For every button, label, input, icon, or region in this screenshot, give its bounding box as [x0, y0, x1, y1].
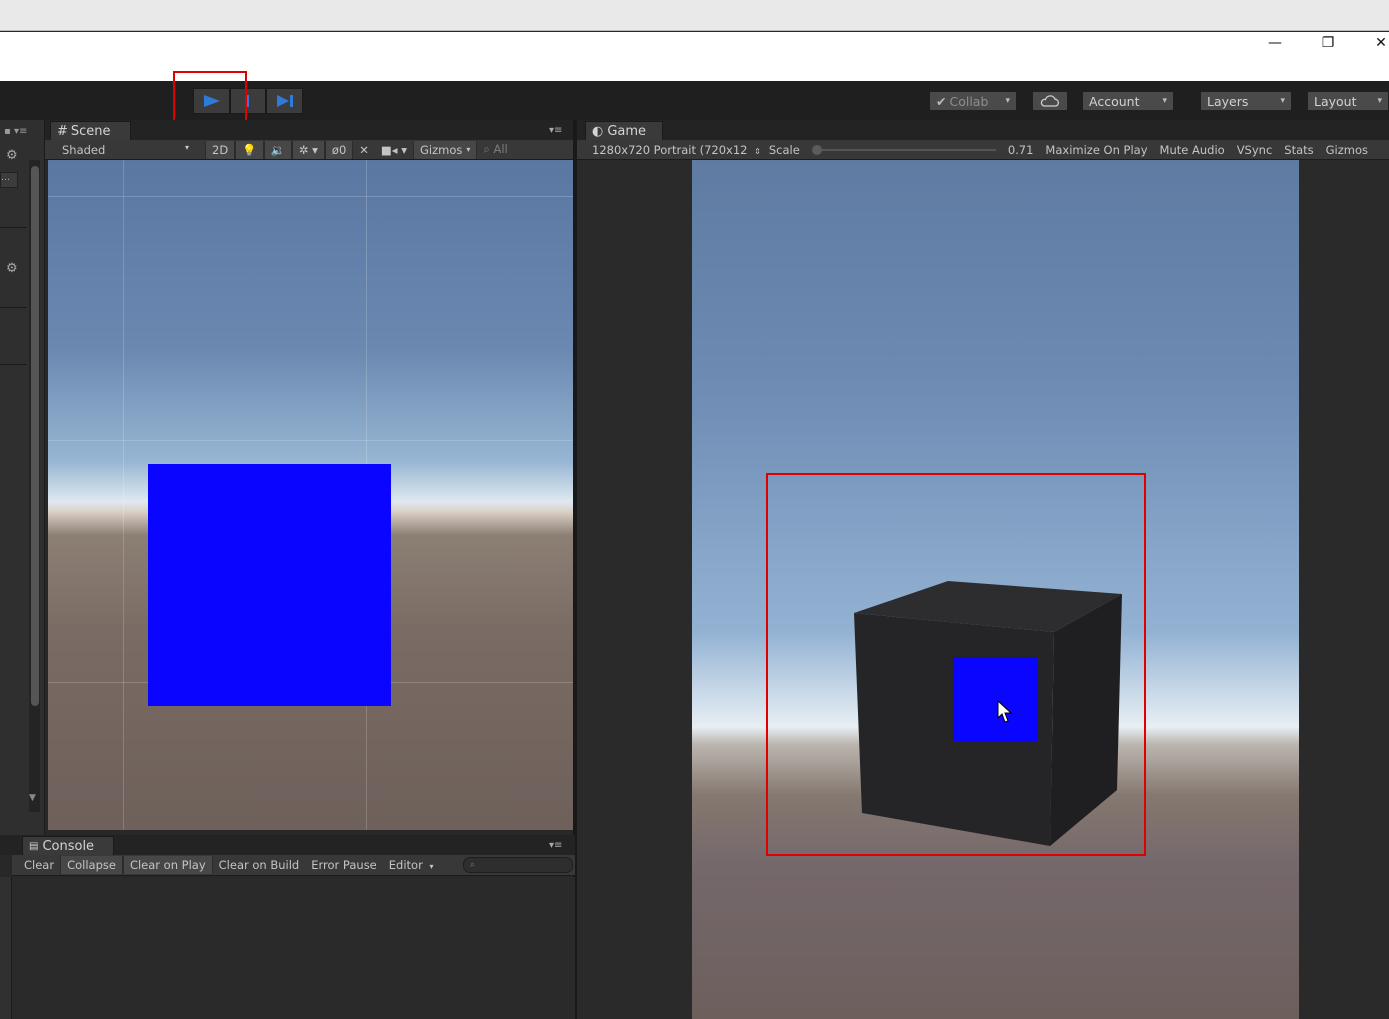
restore-button[interactable]: ❐: [1305, 32, 1351, 54]
step-icon: [276, 95, 293, 107]
mute-audio-toggle[interactable]: Mute Audio: [1154, 143, 1231, 157]
game-tabstrip: [577, 120, 1389, 140]
audio-icon[interactable]: 🔉: [263, 140, 292, 159]
step-button[interactable]: [266, 88, 303, 114]
collab-button[interactable]: ✔ Collab ▾: [929, 91, 1017, 111]
layout-dropdown[interactable]: Layout ▾: [1307, 91, 1389, 111]
layers-dropdown[interactable]: Layers ▾: [1200, 91, 1292, 111]
gear-icon[interactable]: ⚙: [6, 148, 18, 163]
game-gizmos-toggle[interactable]: Gizmos: [1320, 143, 1374, 157]
game-tab-label: Game: [607, 123, 647, 139]
chevron-down-icon: ▾: [1377, 96, 1382, 106]
chevron-down-icon: ▾: [466, 145, 471, 154]
console-clear-on-play-toggle[interactable]: Clear on Play: [122, 856, 213, 874]
hidden-objects-toggle[interactable]: ø 0: [324, 140, 354, 159]
scale-slider[interactable]: [806, 144, 1002, 155]
shading-dropdown[interactable]: Shaded ▾: [45, 143, 195, 157]
resolution-dropdown[interactable]: 1280x720 Portrait (720x12 ⇕: [577, 143, 767, 157]
divider: [0, 227, 27, 228]
scene-search-label: All: [493, 142, 508, 156]
chevron-down-icon: ▾: [184, 142, 189, 152]
console-clear-button[interactable]: Clear: [12, 858, 60, 872]
console-error-pause-toggle[interactable]: Error Pause: [305, 858, 383, 872]
tab-scene[interactable]: # Scene: [50, 121, 131, 140]
stats-toggle[interactable]: Stats: [1278, 143, 1319, 157]
console-log-area[interactable]: [12, 877, 575, 1019]
grid-line: [123, 160, 124, 830]
game-toolbar: 1280x720 Portrait (720x12 ⇕ Scale 0.71 M…: [577, 140, 1389, 160]
chevron-down-icon: ▾: [429, 862, 434, 871]
scale-value: 0.71: [1007, 142, 1034, 157]
cloud-icon: [1040, 95, 1059, 107]
chevron-updown-icon: ⇕: [754, 146, 761, 156]
lighting-icon[interactable]: 💡: [235, 140, 264, 159]
tab-console[interactable]: ▤ Console: [22, 836, 114, 855]
scene-gizmos-label: Gizmos: [420, 142, 463, 157]
scroll-down-icon[interactable]: ▼: [29, 793, 40, 809]
scene-tab-label: Scene: [70, 123, 111, 139]
play-highlight-box: [173, 71, 247, 122]
chevron-down-icon: ▾: [1005, 96, 1010, 106]
slider-knob[interactable]: [811, 144, 822, 155]
scene-gizmos-dropdown[interactable]: Gizmos ▾: [413, 140, 478, 159]
lock-menu-icon[interactable]: ▪ ▾≡: [4, 126, 44, 138]
account-label: Account: [1089, 93, 1140, 109]
search-icon: ⌕: [470, 860, 476, 870]
console-collapse-toggle[interactable]: Collapse: [60, 856, 123, 874]
panel-menu-icon[interactable]: ▾≡: [549, 125, 562, 136]
chevron-down-icon: ▾: [1280, 96, 1285, 106]
eye-slash-icon: ø: [331, 142, 339, 157]
cube-highlight-box: [766, 473, 1146, 856]
os-title-strip: [0, 0, 1389, 31]
console-side-strip: [0, 877, 12, 1019]
console-editor-dropdown[interactable]: Editor ▾: [383, 858, 440, 872]
divider: [0, 307, 27, 308]
cloud-button[interactable]: [1032, 91, 1068, 111]
scale-label: Scale: [768, 142, 800, 157]
layout-label: Layout: [1314, 93, 1357, 109]
grid-line: [48, 196, 573, 197]
maximize-on-play-toggle[interactable]: Maximize On Play: [1039, 143, 1153, 157]
console-icon: ▤: [29, 840, 39, 852]
scene-toolbar: Shaded ▾ 2D 💡 🔉 ✲ ▾ ø 0 ✕ ■◂ ▾ Gizmos ▾ …: [45, 140, 575, 160]
chevron-down-icon: ▾: [1162, 96, 1167, 106]
tools-icon[interactable]: ✕: [353, 143, 375, 157]
divider: [0, 364, 27, 365]
resolution-label: 1280x720 Portrait (720x12: [592, 142, 748, 157]
slider-track: [821, 148, 996, 151]
hidden-count: 0: [338, 142, 347, 157]
blue-quad[interactable]: [148, 464, 391, 706]
collab-label: Collab: [949, 93, 989, 109]
grid-icon: #: [57, 123, 68, 139]
panel-menu-icon[interactable]: ▾≡: [549, 840, 562, 851]
console-editor-label: Editor: [388, 858, 423, 872]
close-button[interactable]: ✕: [1358, 32, 1389, 54]
check-icon: ✔: [936, 93, 947, 109]
scrollbar-thumb[interactable]: [31, 166, 39, 706]
options-button[interactable]: …: [0, 172, 18, 188]
scene-search-field[interactable]: ⌕ All: [477, 142, 513, 157]
console-tab-label: Console: [42, 838, 95, 854]
layers-label: Layers: [1207, 93, 1249, 109]
account-dropdown[interactable]: Account ▾: [1082, 91, 1174, 111]
tab-game[interactable]: ◐ Game: [585, 121, 663, 140]
console-search-field[interactable]: ⌕: [463, 857, 573, 873]
effects-icon[interactable]: ✲ ▾: [291, 140, 325, 159]
console-toolbar: Clear Collapse Clear on Play Clear on Bu…: [12, 855, 575, 876]
console-clear-on-build-toggle[interactable]: Clear on Build: [213, 858, 306, 872]
search-icon: ⌕: [483, 142, 490, 156]
camera-icon[interactable]: ■◂ ▾: [375, 143, 413, 157]
gear-icon[interactable]: ⚙: [6, 261, 18, 276]
2d-toggle[interactable]: 2D: [205, 140, 236, 159]
shading-label: Shaded: [62, 142, 106, 157]
minimize-button[interactable]: —: [1252, 32, 1298, 54]
grid-line: [48, 440, 573, 441]
game-controller-icon: ◐: [592, 123, 604, 139]
scene-viewport[interactable]: [48, 160, 573, 830]
vsync-toggle[interactable]: VSync: [1231, 143, 1279, 157]
